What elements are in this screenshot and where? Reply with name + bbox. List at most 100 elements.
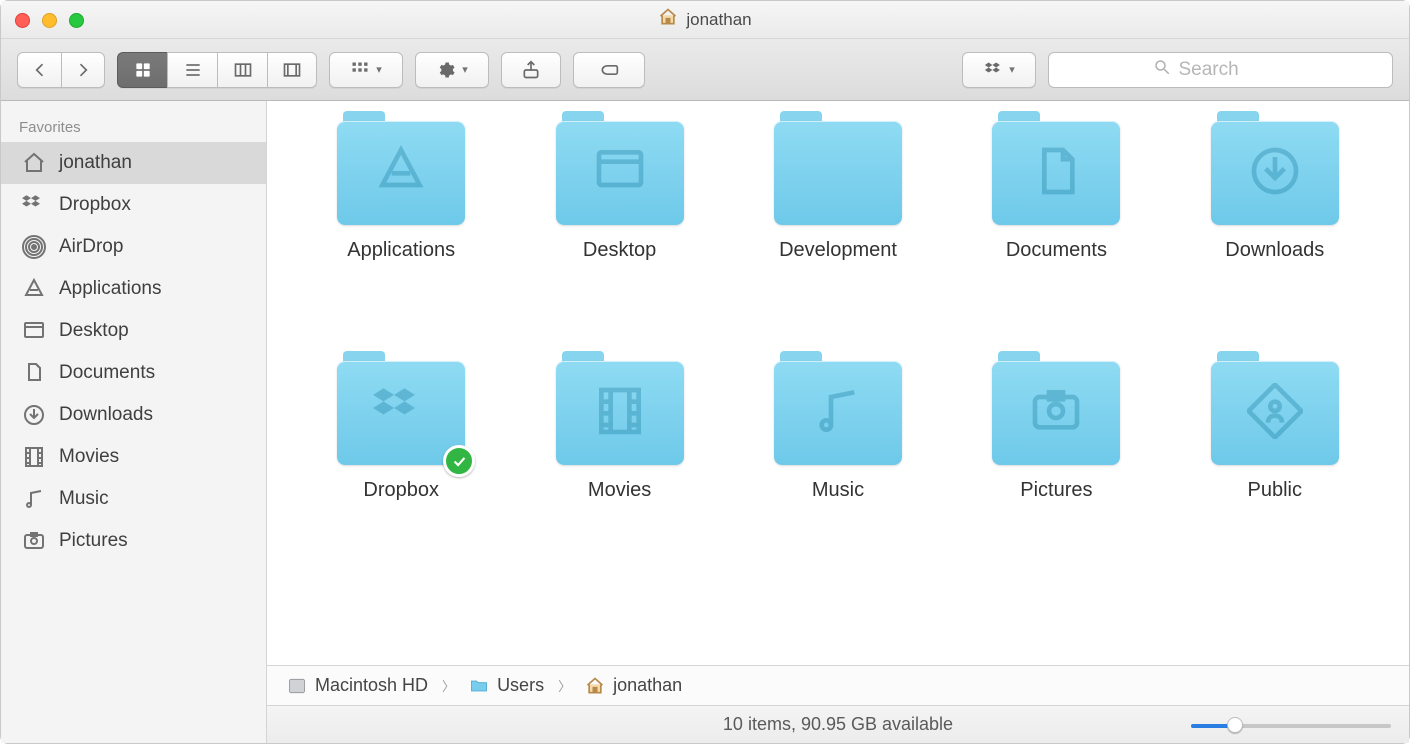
minimize-window-button[interactable] [42,13,57,28]
sidebar-section-header: Favorites [1,113,266,142]
file-label: Movies [588,479,651,502]
file-item-applications[interactable]: Applications [337,121,465,262]
folder-icon [556,121,684,225]
dropbox-icon [21,192,47,218]
path-segment-label: jonathan [613,675,682,696]
path-separator-icon: 〉 [558,676,571,695]
view-mode-switch [117,52,317,88]
path-segment-label: Macintosh HD [315,675,428,696]
home-icon [21,150,47,176]
file-label: Dropbox [363,479,439,502]
sidebar-item-label: Music [59,488,109,510]
folder-icon [337,121,465,225]
zoom-window-button[interactable] [69,13,84,28]
status-text: 10 items, 90.95 GB available [723,714,953,735]
sidebar-item-movies[interactable]: Movies [1,436,266,478]
icon-size-slider[interactable] [1191,715,1391,735]
sidebar-item-label: Documents [59,362,155,384]
sidebar-item-label: Downloads [59,404,153,426]
nav-buttons [17,52,105,88]
file-item-public[interactable]: Public [1211,361,1339,502]
sidebar-item-label: Movies [59,446,119,468]
sidebar-item-desktop[interactable]: Desktop [1,310,266,352]
sidebar-item-documents[interactable]: Documents [1,352,266,394]
path-segment-label: Users [497,675,544,696]
file-label: Development [779,239,897,262]
main-area: Applications Desktop Development Documents D… [267,101,1409,743]
share-button[interactable] [501,52,561,88]
path-segment-macintosh-hd[interactable]: Macintosh HD [287,675,428,696]
file-item-development[interactable]: Development [774,121,902,262]
dropbox-menu-button[interactable]: ▾ [962,52,1036,88]
file-item-dropbox[interactable]: Dropbox [337,361,465,502]
folder-icon [469,676,489,696]
sidebar: Favorites jonathan Dropbox AirDrop Applicat… [1,101,267,743]
column-view-button[interactable] [217,52,267,88]
sidebar-item-music[interactable]: Music [1,478,266,520]
close-window-button[interactable] [15,13,30,28]
movies-icon [21,444,47,470]
file-label: Pictures [1020,479,1092,502]
path-bar: Macintosh HD〉Users〉jonathan [267,665,1409,705]
home-icon [585,676,605,696]
sidebar-item-label: Desktop [59,320,129,342]
file-label: Applications [347,239,455,262]
files-grid[interactable]: Applications Desktop Development Documents D… [267,101,1409,665]
tags-button[interactable] [573,52,645,88]
group-by-button[interactable]: ▾ [329,52,403,88]
synced-badge-icon [443,445,475,477]
window-controls [15,13,84,28]
search-field[interactable] [1048,52,1393,88]
sidebar-item-label: AirDrop [59,236,123,258]
toolbar: ▾ ▾ ▾ [1,39,1409,101]
music-icon [21,486,47,512]
window-title: jonathan [686,10,751,30]
path-segment-jonathan[interactable]: jonathan [585,675,682,696]
sidebar-item-label: Dropbox [59,194,131,216]
folder-icon [1211,361,1339,465]
action-menu-button[interactable]: ▾ [415,52,489,88]
folder-icon [774,121,902,225]
chevron-down-icon: ▾ [376,63,382,76]
airdrop-icon [21,234,47,260]
gallery-view-button[interactable] [267,52,317,88]
list-view-button[interactable] [167,52,217,88]
sidebar-item-label: jonathan [59,152,132,174]
disk-icon [287,676,307,696]
search-icon [1153,58,1171,82]
file-item-desktop[interactable]: Desktop [556,121,684,262]
download-icon [21,402,47,428]
sidebar-item-jonathan[interactable]: jonathan [1,142,266,184]
folder-icon [1211,121,1339,225]
file-item-movies[interactable]: Movies [556,361,684,502]
folder-icon [992,121,1120,225]
sidebar-item-label: Pictures [59,530,128,552]
app-icon [21,276,47,302]
file-label: Documents [1006,239,1107,262]
pictures-icon [21,528,47,554]
folder-icon [774,361,902,465]
sidebar-item-applications[interactable]: Applications [1,268,266,310]
folder-icon [337,361,465,465]
file-item-downloads[interactable]: Downloads [1211,121,1339,262]
forward-button[interactable] [61,52,105,88]
file-item-music[interactable]: Music [774,361,902,502]
documents-icon [21,360,47,386]
sidebar-item-label: Applications [59,278,161,300]
status-bar: 10 items, 90.95 GB available [267,705,1409,743]
file-item-documents[interactable]: Documents [992,121,1120,262]
file-label: Downloads [1225,239,1324,262]
sidebar-item-pictures[interactable]: Pictures [1,520,266,562]
icon-view-button[interactable] [117,52,167,88]
sidebar-item-airdrop[interactable]: AirDrop [1,226,266,268]
search-input[interactable] [1179,59,1289,81]
back-button[interactable] [17,52,61,88]
sidebar-item-downloads[interactable]: Downloads [1,394,266,436]
file-item-pictures[interactable]: Pictures [992,361,1120,502]
file-label: Public [1248,479,1302,502]
path-segment-users[interactable]: Users [469,675,544,696]
folder-icon [992,361,1120,465]
chevron-down-icon: ▾ [1009,63,1015,76]
sidebar-item-dropbox[interactable]: Dropbox [1,184,266,226]
title-home-icon [658,7,678,32]
